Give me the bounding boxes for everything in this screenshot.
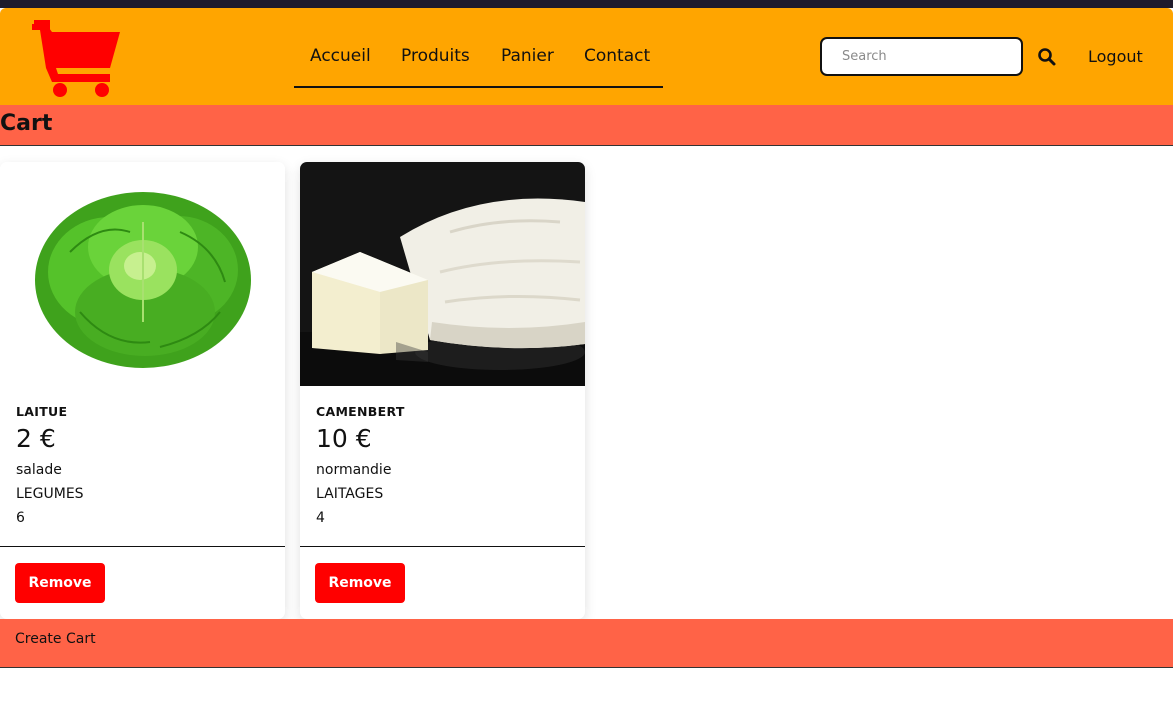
lettuce-image [0,162,285,386]
shopping-cart-icon[interactable] [30,16,126,98]
search-icon[interactable] [1036,46,1058,68]
nav-contact[interactable]: Contact [584,34,650,66]
remove-button[interactable]: Remove [15,563,105,603]
main-nav: Accueil Produits Panier Contact [294,34,663,88]
search-input[interactable] [820,37,1023,76]
card-divider [300,546,585,547]
window-top-strip [0,0,1173,8]
product-card: CAMENBERT 10 € normandie LAITAGES 4 Remo… [300,162,585,619]
product-description: salade [16,462,62,478]
page-title: Cart [0,111,53,136]
nav-produits[interactable]: Produits [401,34,470,66]
product-category: LEGUMES [16,486,84,502]
camembert-image [300,162,585,386]
navbar: Accueil Produits Panier Contact Logout [0,8,1173,105]
product-card: LAITUE 2 € salade LEGUMES 6 Remove [0,162,285,619]
product-name: CAMENBERT [316,404,405,419]
logout-link[interactable]: Logout [1088,47,1143,66]
product-name: LAITUE [16,404,68,419]
cart-header: Cart [0,105,1173,146]
product-price: 2 € [16,424,56,453]
product-description: normandie [316,462,392,478]
card-divider [0,546,285,547]
nav-accueil[interactable]: Accueil [310,34,371,66]
remove-button[interactable]: Remove [315,563,405,603]
cart-footer: Create Cart [0,619,1173,668]
product-price: 10 € [316,424,372,453]
product-quantity: 4 [316,510,325,526]
create-cart-button[interactable]: Create Cart [15,631,96,647]
nav-panier[interactable]: Panier [501,34,554,66]
product-category: LAITAGES [316,486,384,502]
product-quantity: 6 [16,510,25,526]
